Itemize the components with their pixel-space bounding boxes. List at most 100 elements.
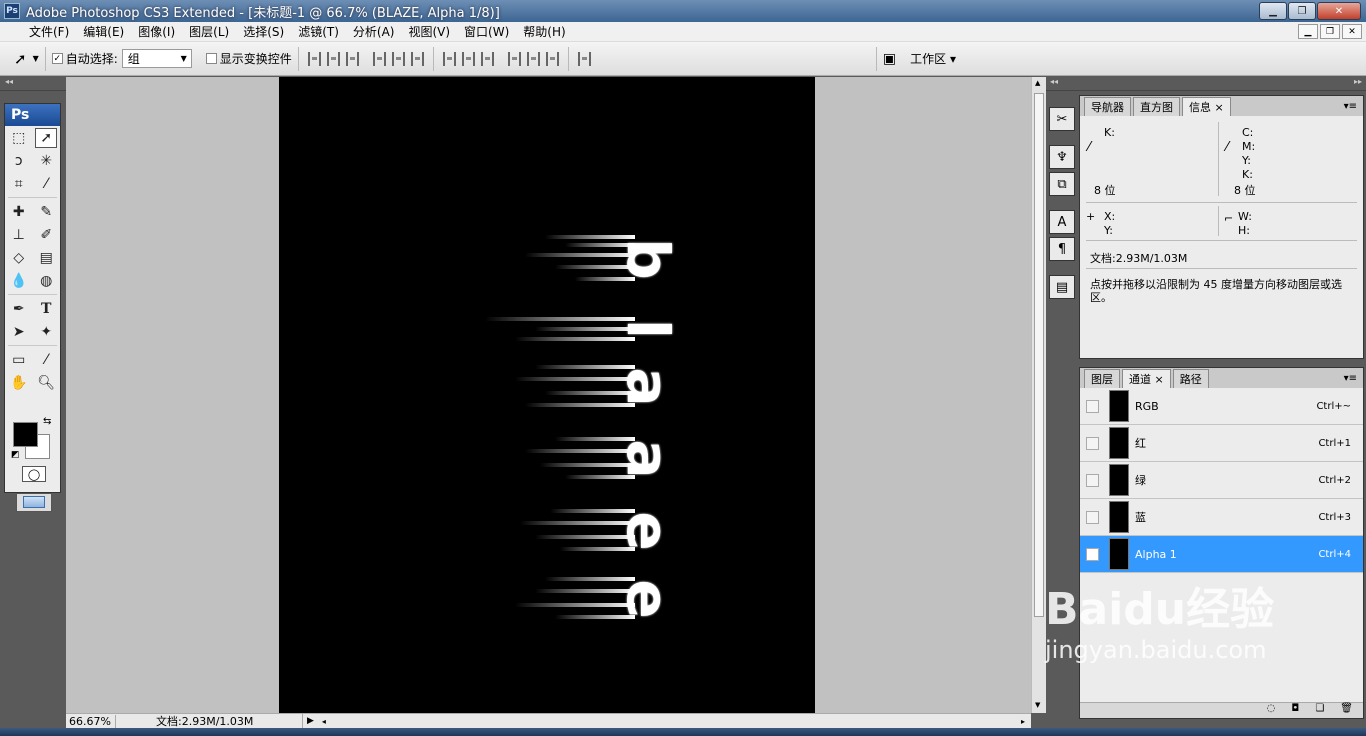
new-channel-icon[interactable]: ❏ [1315, 703, 1324, 718]
document-canvas[interactable]: b l a a e e [279, 77, 815, 713]
panel-menu-icon[interactable]: ▾≡ [1344, 101, 1357, 112]
align-vcenter-icon[interactable] [326, 51, 340, 66]
magic-wand-tool-icon[interactable]: ✳ [35, 151, 57, 171]
channel-row[interactable]: 蓝 Ctrl+3 [1080, 499, 1363, 536]
type-tool-icon[interactable]: T [35, 299, 57, 319]
clone-source-icon[interactable]: ⧉ [1049, 172, 1075, 196]
brush-tool-icon[interactable]: ✎ [35, 202, 57, 222]
visibility-toggle[interactable] [1086, 510, 1099, 524]
align-bottom-icon[interactable] [345, 51, 359, 66]
tab-paths[interactable]: 路径 [1172, 369, 1209, 388]
hand-tool-icon[interactable]: ✋ [8, 373, 30, 393]
tab-channels[interactable]: 通道 × [1122, 369, 1171, 388]
doc-close-button[interactable]: ✕ [1342, 24, 1362, 39]
minimize-button[interactable]: ▁ [1259, 2, 1287, 20]
panel-menu-icon[interactable]: ▾≡ [1344, 373, 1357, 384]
align-left-icon[interactable] [372, 51, 386, 66]
quick-mask-button[interactable]: ◯ [22, 466, 46, 482]
healing-brush-tool-icon[interactable]: ✚ [8, 202, 30, 222]
layer-comps-icon[interactable]: ▤ [1049, 275, 1075, 299]
menu-window[interactable]: 窗口(W) [457, 23, 516, 40]
align-top-icon[interactable] [307, 51, 321, 66]
doc-size[interactable]: 文档:2.93M/1.03M [116, 713, 303, 729]
panel-grip[interactable]: ◂◂ [0, 77, 66, 91]
distribute-hcenter-icon[interactable] [526, 51, 540, 66]
move-tool-icon[interactable]: ➚ [35, 128, 58, 148]
scroll-right-icon[interactable]: ▸ [1021, 717, 1025, 726]
paragraph-icon[interactable]: ¶ [1049, 237, 1075, 261]
channel-row[interactable]: 绿 Ctrl+2 [1080, 462, 1363, 499]
distribute-top-icon[interactable] [442, 51, 456, 66]
menu-view[interactable]: 视图(V) [401, 23, 457, 40]
menu-image[interactable]: 图像(I) [131, 23, 182, 40]
auto-select-checkbox[interactable]: ✓ [51, 53, 63, 64]
brushes-icon[interactable]: ♆ [1049, 145, 1075, 169]
bridge-button[interactable]: ▣ [883, 47, 896, 71]
channel-row[interactable]: 红 Ctrl+1 [1080, 425, 1363, 462]
crop-tool-icon[interactable]: ⌗ [8, 174, 30, 194]
doc-minimize-button[interactable]: ▁ [1298, 24, 1318, 39]
maximize-button[interactable]: ❐ [1288, 2, 1316, 20]
history-brush-tool-icon[interactable]: ✐ [35, 225, 57, 245]
tool-presets-icon[interactable]: ✂ [1049, 107, 1075, 131]
blur-tool-icon[interactable]: 💧 [8, 271, 30, 291]
panel-grip[interactable]: ▸▸ [1078, 77, 1366, 91]
distribute-bottom-icon[interactable] [480, 51, 494, 66]
canvas-vertical-scrollbar[interactable]: ▲ ▼ [1031, 77, 1046, 713]
distribute-right-icon[interactable] [545, 51, 559, 66]
menu-layer[interactable]: 图层(L) [182, 23, 236, 40]
eye-icon[interactable]: 👁︎ [1086, 547, 1099, 561]
gradient-tool-icon[interactable]: ▤ [35, 248, 57, 268]
scroll-up-icon[interactable]: ▲ [1035, 79, 1040, 87]
align-right-icon[interactable] [410, 51, 424, 66]
auto-select-dropdown[interactable]: 组 ▼ [121, 49, 192, 68]
marquee-tool-icon[interactable]: ⬚ [8, 128, 30, 148]
move-tool-preset[interactable]: ➚ ▼ [14, 47, 39, 71]
visibility-toggle[interactable] [1086, 473, 1099, 487]
menu-edit[interactable]: 编辑(E) [76, 23, 131, 40]
lasso-tool-icon[interactable]: ↄ [8, 151, 30, 171]
load-selection-icon[interactable]: ◌ [1267, 703, 1276, 718]
custom-shape-tool-icon[interactable]: ✦ [35, 322, 57, 342]
screen-mode-button[interactable] [16, 493, 52, 512]
close-tab-icon[interactable]: × [1155, 373, 1164, 386]
doc-restore-button[interactable]: ❐ [1320, 24, 1340, 39]
default-colors-icon[interactable]: ◩ [11, 450, 20, 460]
channel-row-selected[interactable]: 👁︎ Alpha 1 Ctrl+4 [1080, 536, 1363, 573]
menu-filter[interactable]: 滤镜(T) [291, 23, 346, 40]
pen-tool-icon[interactable]: ✒ [8, 299, 30, 319]
clone-stamp-tool-icon[interactable]: ⊥ [8, 225, 30, 245]
distribute-left-icon[interactable] [507, 51, 521, 66]
scroll-thumb[interactable] [1034, 93, 1044, 617]
notes-tool-icon[interactable]: ▭ [8, 350, 30, 370]
menu-analysis[interactable]: 分析(A) [346, 23, 402, 40]
distribute-vcenter-icon[interactable] [461, 51, 475, 66]
tab-layers[interactable]: 图层 [1084, 369, 1120, 388]
show-transform-checkbox[interactable] [205, 53, 217, 64]
visibility-toggle[interactable] [1086, 436, 1099, 450]
menu-file[interactable]: 文件(F) [0, 23, 76, 40]
eraser-tool-icon[interactable]: ◇ [8, 248, 30, 268]
visibility-toggle[interactable] [1086, 399, 1099, 413]
tab-navigator[interactable]: 导航器 [1084, 97, 1131, 116]
dodge-tool-icon[interactable]: ◍ [35, 271, 57, 291]
align-hcenter-icon[interactable] [391, 51, 405, 66]
path-selection-tool-icon[interactable]: ➤ [8, 322, 30, 342]
foreground-color-swatch[interactable] [13, 422, 38, 447]
character-icon[interactable]: A [1049, 210, 1075, 234]
swap-colors-icon[interactable]: ⇆ [43, 416, 51, 427]
slice-tool-icon[interactable]: ⁄ [35, 174, 57, 194]
channel-row[interactable]: RGB Ctrl+~ [1080, 388, 1363, 425]
scroll-down-icon[interactable]: ▼ [1035, 701, 1040, 709]
tab-info[interactable]: 信息 × [1182, 97, 1231, 116]
delete-channel-icon[interactable]: 🗑︎ [1340, 703, 1353, 718]
zoom-tool-icon[interactable]: 🔍︎ [35, 373, 57, 393]
canvas-area[interactable]: b l a a e e [66, 77, 1031, 713]
auto-align-icon[interactable] [577, 51, 591, 66]
status-menu-arrow-icon[interactable]: ▶ [307, 716, 314, 726]
save-selection-icon[interactable]: ◘ [1291, 703, 1299, 718]
menu-help[interactable]: 帮助(H) [516, 23, 572, 40]
eyedropper-tool-icon[interactable]: ⁄ [35, 350, 57, 370]
close-tab-icon[interactable]: × [1215, 101, 1224, 114]
scroll-left-icon[interactable]: ◂ [322, 717, 326, 726]
